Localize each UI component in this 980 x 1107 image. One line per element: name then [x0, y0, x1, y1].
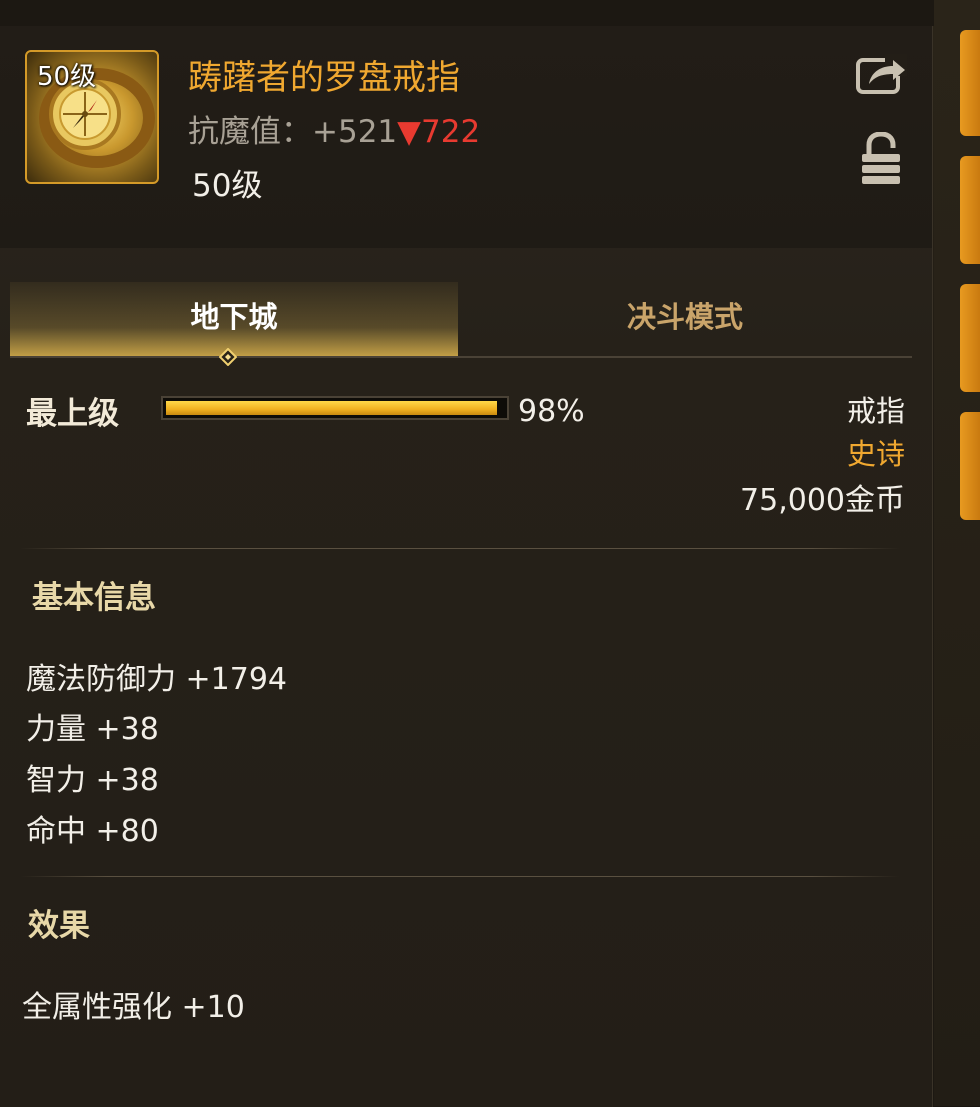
grade-progress-bar — [161, 396, 509, 420]
tab-underline — [10, 356, 912, 358]
item-level: 50级 — [192, 168, 263, 204]
stat-line: 智力 +38 — [26, 763, 159, 798]
divider — [20, 876, 900, 877]
resist-diff: ▼722 — [397, 114, 481, 150]
item-name: 踌躇者的罗盘戒指 — [188, 58, 460, 98]
item-rarity: 史诗 — [846, 437, 905, 471]
grade-percent: 98% — [518, 394, 585, 429]
item-type: 戒指 — [846, 394, 905, 428]
effect-line: 全属性强化 +10 — [22, 990, 245, 1025]
stat-line: 力量 +38 — [26, 712, 159, 747]
effects-title: 效果 — [28, 908, 90, 944]
side-tab-2[interactable] — [960, 156, 980, 264]
side-tab-1[interactable] — [960, 30, 980, 136]
resist-value: +521 — [312, 114, 398, 150]
top-strip — [0, 0, 934, 26]
stat-line: 魔法防御力 +1794 — [26, 662, 288, 697]
resist-line: 抗魔值：+521▼722 — [188, 106, 480, 151]
tab-duel-mode[interactable]: 决斗模式 — [458, 282, 912, 358]
item-price: 75,000金币 — [740, 483, 905, 518]
side-tab-4[interactable] — [960, 412, 980, 520]
divider — [20, 548, 900, 549]
grade-label: 最上级 — [26, 396, 119, 432]
lock-icon[interactable] — [860, 131, 902, 186]
item-icon-level: 50级 — [37, 62, 97, 92]
resist-label: 抗魔值： — [188, 114, 312, 150]
stat-line: 命中 +80 — [26, 814, 159, 849]
ring-item-icon[interactable]: 50级 — [25, 50, 159, 184]
tab-dungeon[interactable]: 地下城 — [10, 282, 458, 358]
tab-diamond-marker — [218, 347, 238, 367]
side-tab-3[interactable] — [960, 284, 980, 392]
grade-progress-fill — [166, 401, 497, 415]
basic-info-title: 基本信息 — [32, 580, 156, 616]
share-icon[interactable] — [855, 52, 907, 96]
